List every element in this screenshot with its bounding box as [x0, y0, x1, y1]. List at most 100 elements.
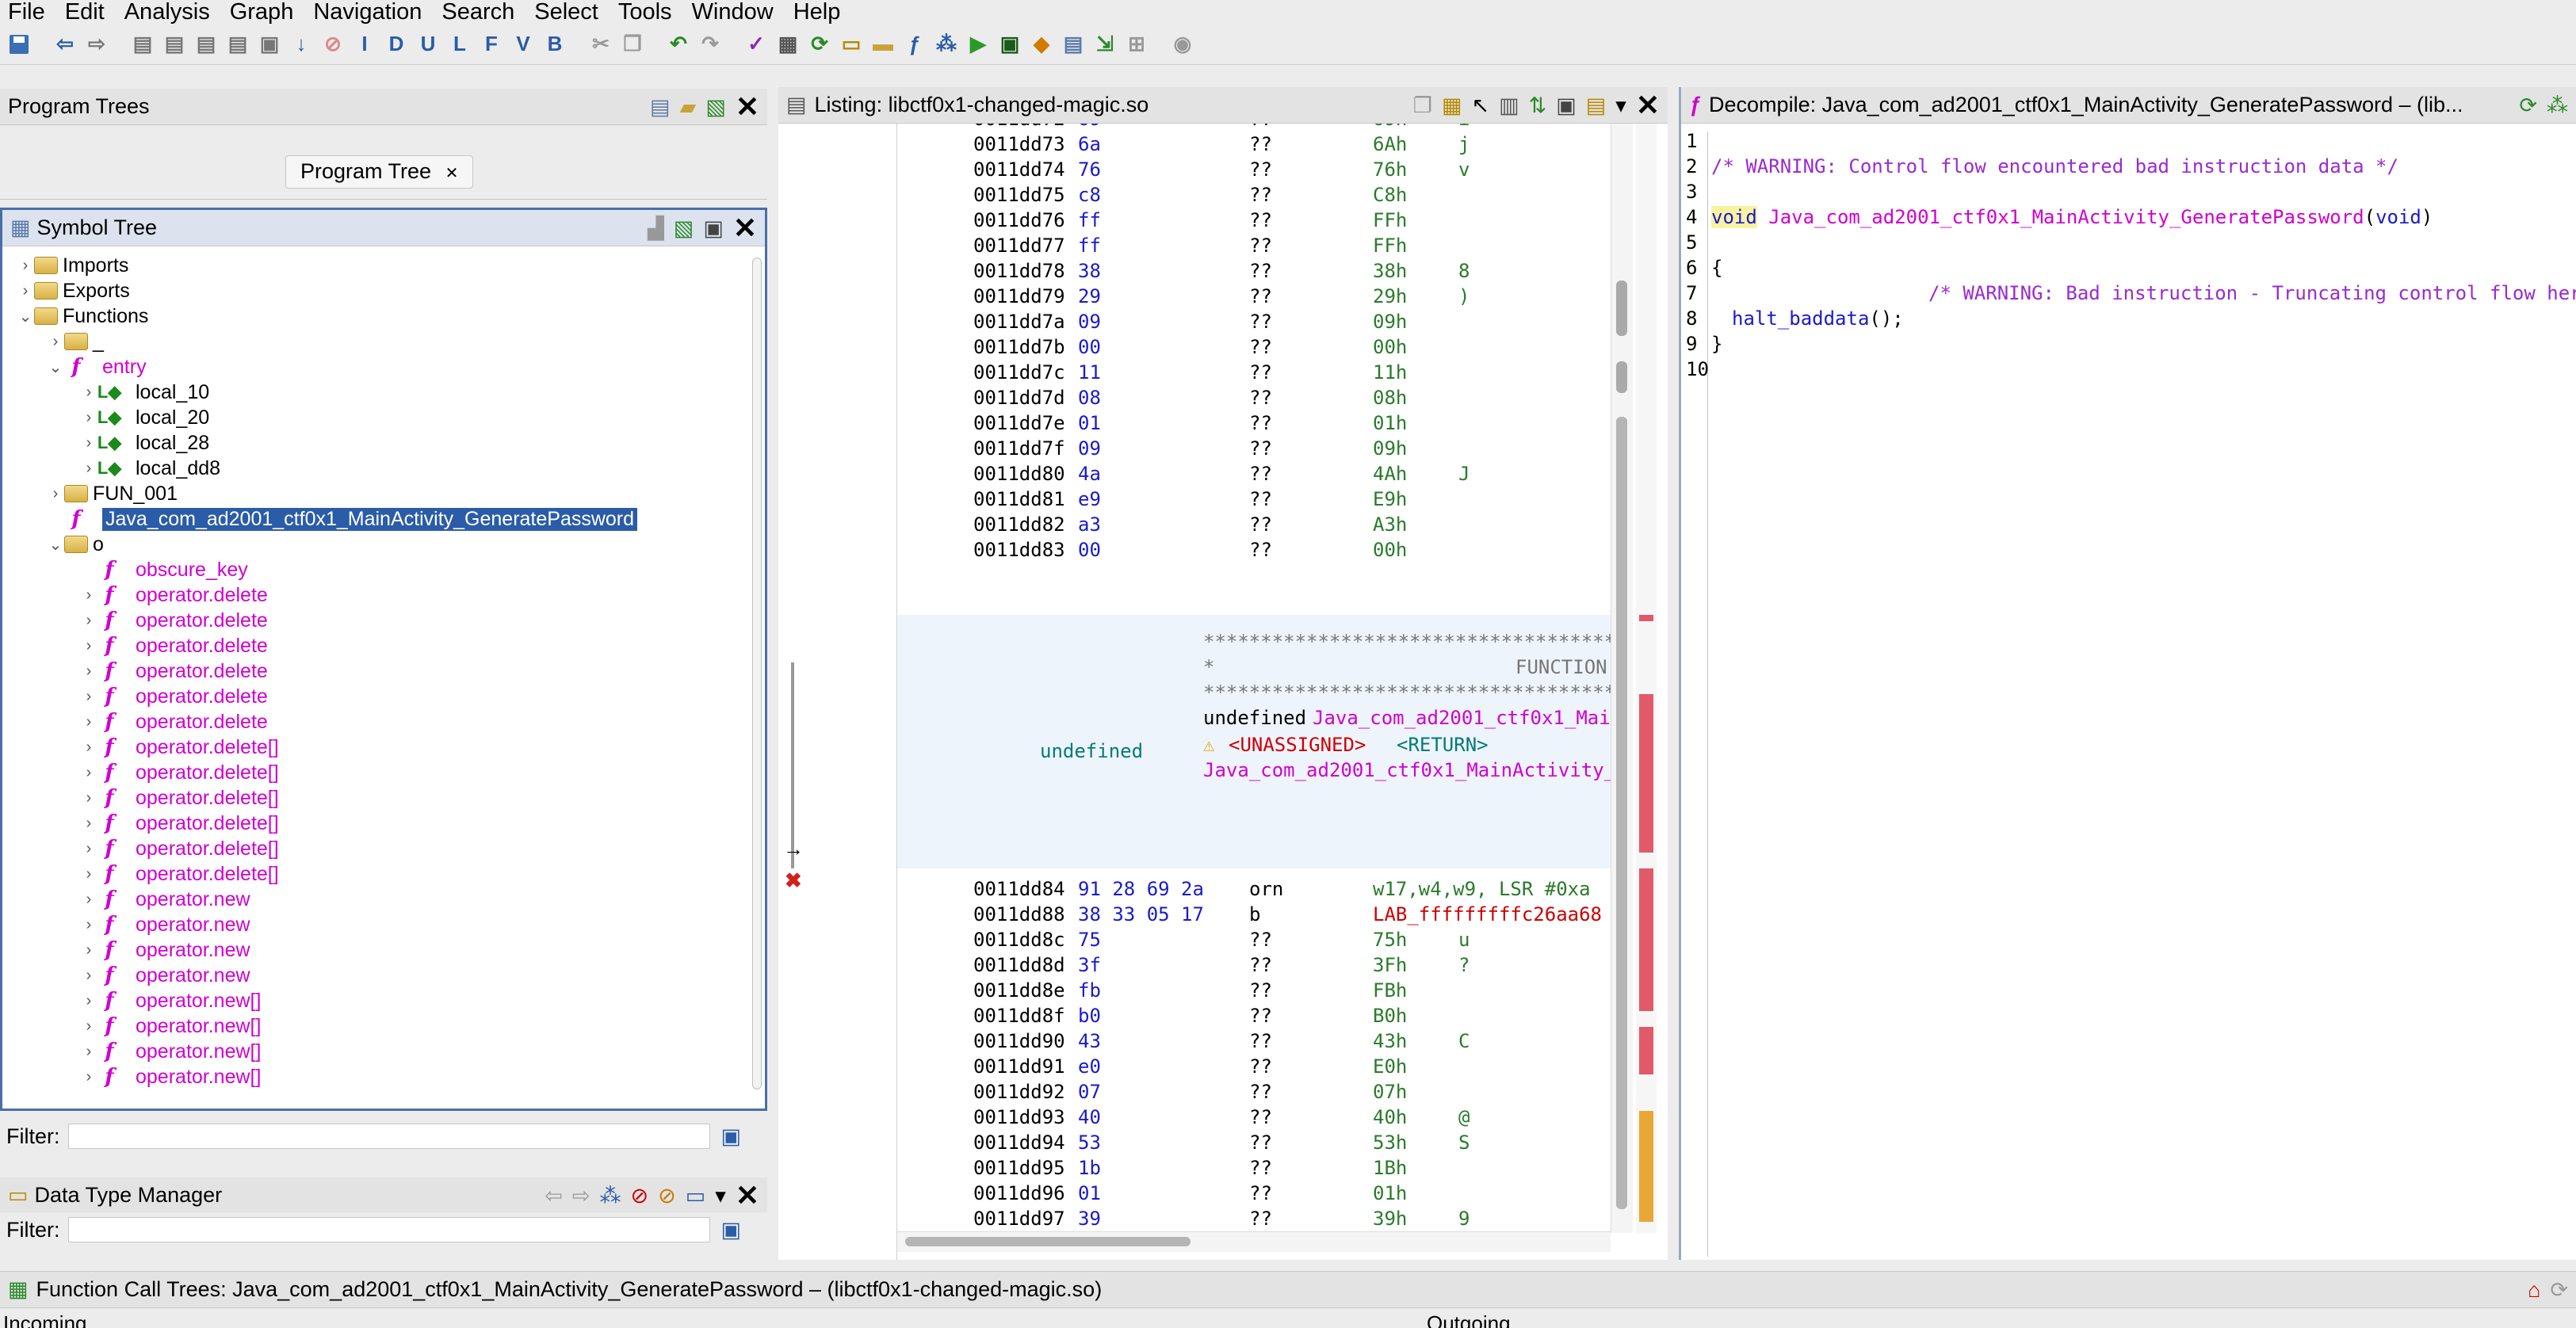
refresh-icon[interactable]: ⟳: [2550, 1278, 2568, 1303]
close-icon[interactable]: ✕: [1636, 91, 1660, 120]
expand-toggle-icon[interactable]: ›: [80, 434, 97, 452]
menu-edit[interactable]: Edit: [57, 0, 117, 24]
expand-toggle-icon[interactable]: ⌄: [17, 307, 34, 326]
tree-node[interactable]: › f operator.new: [80, 912, 250, 937]
copy-icon[interactable]: ❐: [620, 32, 645, 57]
datatype-icon[interactable]: ▭: [839, 32, 864, 57]
listing-row[interactable]: 0011dd75 c8?? C8h: [897, 182, 1611, 208]
listing-row[interactable]: 0011dd8f b0?? B0h: [897, 1003, 1611, 1028]
listing-row[interactable]: 0011dd94 53?? 53h S: [897, 1130, 1611, 1155]
expand-toggle-icon[interactable]: ›: [80, 764, 97, 782]
field-edit-icon[interactable]: ▥: [1499, 93, 1519, 118]
expand-toggle-icon[interactable]: ›: [80, 586, 97, 605]
listing-row[interactable]: 0011dd7b 00?? 00h: [897, 334, 1611, 360]
filter-options-icon[interactable]: ▣: [721, 1124, 742, 1149]
open-tree-icon[interactable]: ▤: [650, 95, 671, 120]
tree-node[interactable]: ⌄ o: [47, 532, 104, 557]
expand-toggle-icon[interactable]: ›: [80, 1017, 97, 1036]
menu-analysis[interactable]: Analysis: [117, 0, 222, 24]
cut-icon[interactable]: ✂: [588, 32, 613, 57]
tree-node[interactable]: ⌄ Functions: [17, 303, 149, 329]
close-icon[interactable]: ✕: [736, 1181, 759, 1210]
signature-name[interactable]: Java_com_ad2001_ctf0x1_Mai: [1313, 707, 1611, 729]
tree-node[interactable]: › f operator.delete[]: [80, 836, 279, 861]
tree-node[interactable]: › f operator.delete: [80, 633, 268, 658]
listing-row[interactable]: 0011dd74 76?? 76h v: [897, 157, 1611, 182]
stop-icon[interactable]: ⊘: [320, 32, 346, 57]
menu-select[interactable]: Select: [526, 0, 610, 24]
filter-off-icon[interactable]: ⊘: [631, 1184, 649, 1208]
listing-row[interactable]: 0011dd73 6a?? 6Ah j: [897, 132, 1611, 157]
listing-row[interactable]: 0011dd84 91 28 69 2a orn w17,w4,w9, LSR #0x…: [897, 876, 1611, 902]
graph-icon[interactable]: ⁂: [2547, 93, 2568, 118]
menu-graph[interactable]: Graph: [222, 0, 306, 24]
nav-block-icon[interactable]: ▣: [257, 32, 282, 57]
expand-toggle-icon[interactable]: ›: [80, 1043, 97, 1061]
toolbar-letter-v[interactable]: V: [510, 32, 536, 57]
expand-toggle-icon[interactable]: ›: [80, 865, 97, 883]
expand-toggle-icon[interactable]: ›: [80, 967, 97, 985]
symbol-filter-input[interactable]: [67, 1124, 710, 1149]
expand-toggle-icon[interactable]: ›: [47, 333, 64, 351]
expand-toggle-icon[interactable]: ›: [17, 257, 34, 275]
expand-toggle-icon[interactable]: ⌄: [47, 535, 64, 555]
expand-toggle-icon[interactable]: ›: [47, 485, 64, 503]
nav-block-icon[interactable]: ▤: [130, 32, 155, 57]
toolbar-letter-u[interactable]: U: [415, 32, 441, 57]
listing-row[interactable]: 0011dd8c 75?? 75h u: [897, 927, 1611, 952]
back-arrow-icon[interactable]: ⇦: [52, 32, 78, 57]
expand-toggle-icon[interactable]: ›: [80, 713, 97, 731]
back-arrow-icon[interactable]: ⇦: [545, 1184, 563, 1208]
diff-icon[interactable]: ⇅: [1529, 93, 1547, 118]
expand-toggle-icon[interactable]: ›: [80, 992, 97, 1010]
expand-toggle-icon[interactable]: ›: [80, 891, 97, 909]
collapse-icon[interactable]: ▭: [686, 1184, 706, 1208]
scrollbar-thumb[interactable]: [1616, 280, 1627, 336]
listing-row[interactable]: 0011dd96 01?? 01h: [897, 1181, 1611, 1206]
navigate-icon[interactable]: ▧: [674, 216, 694, 241]
undo-icon[interactable]: ↶: [666, 32, 691, 57]
export-icon[interactable]: ⇲: [1092, 32, 1118, 57]
network-icon[interactable]: ⊞: [1124, 32, 1149, 57]
forward-arrow-icon[interactable]: ⇨: [572, 1184, 590, 1208]
scrollbar-thumb[interactable]: [1616, 417, 1627, 1209]
chevron-down-icon[interactable]: ▾: [1615, 93, 1626, 118]
halt-function-name[interactable]: halt_baddata: [1732, 307, 1869, 330]
menu-help[interactable]: Help: [785, 0, 853, 24]
function-graph-icon[interactable]: ƒ: [902, 32, 927, 57]
listing-horizontal-scrollbar[interactable]: [897, 1231, 1611, 1252]
expand-toggle-icon[interactable]: ›: [80, 612, 97, 630]
listing-row[interactable]: 0011dd72 69?? 69h i: [897, 124, 1611, 132]
tree-node[interactable]: › f operator.delete: [80, 582, 268, 608]
graph-icon[interactable]: ⁂: [934, 32, 959, 57]
listing-row[interactable]: 0011dd79 29?? 29h): [897, 284, 1611, 309]
halt-call[interactable]: halt_baddata();: [1732, 307, 1904, 330]
table-icon[interactable]: ▤: [1061, 32, 1086, 57]
listing-row[interactable]: 0011dd88 38 33 05 17 b LAB_fffffffffc26aa68: [897, 902, 1611, 927]
checkmark-icon[interactable]: ✓: [743, 32, 769, 57]
terminal-icon[interactable]: ▣: [997, 32, 1022, 57]
scrollbar-thumb[interactable]: [905, 1237, 1191, 1246]
down-arrow-icon[interactable]: ↓: [289, 32, 314, 57]
listing-row[interactable]: 0011dd93 40?? 40h @: [897, 1105, 1611, 1130]
listing-row[interactable]: 0011dd7d 08?? 08h: [897, 385, 1611, 410]
expand-toggle-icon[interactable]: ›: [80, 738, 97, 757]
plugin-icon[interactable]: ◉: [1170, 32, 1195, 57]
expand-toggle-icon[interactable]: ›: [80, 1068, 97, 1086]
expand-toggle-icon[interactable]: ›: [80, 840, 97, 858]
symbol-tree[interactable]: › Imports › Exports ⌄ Functions › _ ⌄ f entry › L◆ lo…: [2, 250, 747, 1109]
tree-node[interactable]: › f operator.delete[]: [80, 861, 279, 887]
tree-node[interactable]: › f operator.new[]: [80, 1039, 262, 1064]
filter-options-icon[interactable]: ▣: [721, 1218, 742, 1242]
forward-arrow-icon[interactable]: ⇨: [84, 32, 109, 57]
tree-node[interactable]: › f operator.delete[]: [80, 811, 279, 836]
scrollbar-thumb[interactable]: [1616, 361, 1627, 393]
paste-icon[interactable]: ▦: [1442, 93, 1462, 118]
diamond-icon[interactable]: ◆: [1029, 32, 1054, 57]
function-name[interactable]: Java_com_ad2001_ctf0x1_MainActivity_Gene…: [1768, 206, 2364, 228]
tree-node[interactable]: › f operator.delete: [80, 684, 268, 709]
tree-node[interactable]: › f operator.new[]: [80, 1013, 262, 1039]
close-icon[interactable]: ✕: [733, 214, 757, 242]
tree-node[interactable]: › L◆ local_10: [80, 380, 209, 405]
tree-node[interactable]: › f operator.new: [80, 887, 250, 912]
